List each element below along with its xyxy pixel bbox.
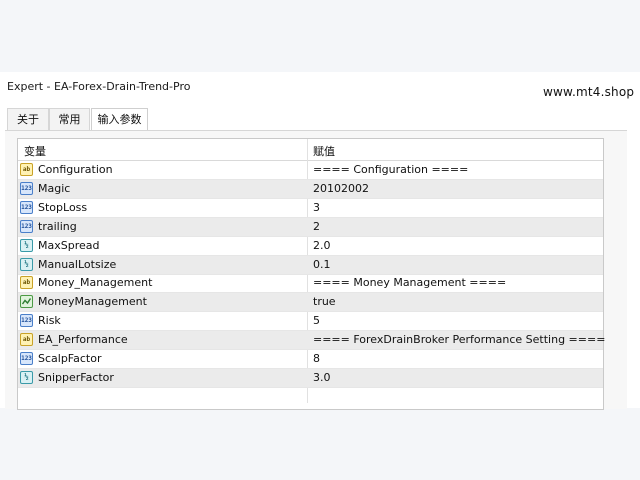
parameter-row[interactable]: ab Money_Management ==== Money Management … bbox=[18, 274, 603, 294]
watermark-text: www.mt4.shop bbox=[543, 85, 635, 99]
parameter-name: Money_Management bbox=[38, 276, 153, 290]
parameter-row[interactable]: 123 Magic 20102002 bbox=[18, 179, 603, 199]
integer-type-icon: 123 bbox=[20, 181, 33, 195]
parameter-row[interactable]: ab Configuration ==== Configuration ==== bbox=[18, 161, 603, 180]
parameter-row[interactable]: MoneyManagement true bbox=[18, 293, 603, 313]
parameter-row[interactable]: 123 ScalpFactor 8 bbox=[18, 350, 603, 369]
parameter-name: SnipperFactor bbox=[38, 370, 114, 384]
string-type-icon: ab bbox=[20, 163, 33, 176]
tab-common[interactable]: 常用 bbox=[49, 108, 90, 130]
integer-type-icon: 123 bbox=[20, 352, 33, 365]
parameter-value[interactable]: ==== Configuration ==== bbox=[313, 163, 468, 176]
tab-about[interactable]: 关于 bbox=[7, 108, 49, 130]
parameter-name: StopLoss bbox=[38, 200, 88, 214]
parameter-name: ScalpFactor bbox=[38, 352, 102, 365]
parameter-value[interactable]: 3.0 bbox=[313, 371, 331, 384]
parameter-name: Magic bbox=[38, 181, 71, 195]
parameter-row[interactable]: 123 Risk 5 bbox=[18, 312, 603, 332]
string-type-icon: ab bbox=[20, 333, 33, 347]
integer-type-icon: 123 bbox=[20, 314, 33, 328]
parameter-value[interactable]: 5 bbox=[313, 314, 320, 327]
string-type-icon: ab bbox=[20, 276, 33, 290]
parameter-row[interactable]: ab EA_Performance ==== ForexDrainBroker Pe… bbox=[18, 331, 605, 351]
grid-header: 变量 赋值 bbox=[18, 139, 603, 161]
parameter-value[interactable]: 0.1 bbox=[313, 258, 331, 271]
parameter-value[interactable]: 2 bbox=[313, 220, 320, 233]
parameter-value[interactable]: ==== ForexDrainBroker Performance Settin… bbox=[313, 333, 605, 346]
parameter-name: MoneyManagement bbox=[38, 295, 147, 309]
parameter-row[interactable]: ½ ManualLotsize 0.1 bbox=[18, 255, 603, 275]
integer-type-icon: 123 bbox=[20, 219, 33, 233]
tab-inputs[interactable]: 输入参数 bbox=[91, 108, 148, 131]
window-title: Expert - EA-Forex-Drain-Trend-Pro bbox=[7, 80, 191, 93]
parameter-row[interactable]: 123 trailing 2 bbox=[18, 217, 603, 237]
parameter-value[interactable]: 2.0 bbox=[313, 239, 331, 252]
column-header-value[interactable]: 赋值 bbox=[313, 143, 335, 159]
integer-type-icon: 123 bbox=[20, 200, 33, 214]
column-header-variable[interactable]: 变量 bbox=[24, 143, 46, 159]
parameter-name: ManualLotsize bbox=[38, 257, 117, 271]
inputs-panel: 变量 赋值 ab Configuration ==== Configuration … bbox=[5, 130, 627, 410]
parameter-row[interactable]: 123 StopLoss 3 bbox=[18, 199, 603, 218]
parameter-value[interactable]: 20102002 bbox=[313, 182, 369, 195]
parameter-name: trailing bbox=[38, 219, 77, 233]
expert-dialog: Expert - EA-Forex-Drain-Trend-Pro www.mt… bbox=[0, 72, 640, 410]
parameter-value[interactable]: true bbox=[313, 295, 336, 308]
parameter-name: Configuration bbox=[38, 163, 113, 176]
parameter-value[interactable]: 3 bbox=[313, 201, 320, 214]
bool-type-icon bbox=[20, 295, 33, 309]
double-type-icon: ½ bbox=[20, 257, 33, 271]
parameter-value[interactable]: 8 bbox=[313, 352, 320, 365]
parameter-name: Risk bbox=[38, 314, 61, 328]
parameter-name: EA_Performance bbox=[38, 333, 128, 347]
parameters-grid: 变量 赋值 ab Configuration ==== Configuration … bbox=[17, 138, 605, 410]
parameter-row[interactable]: ½ SnipperFactor 3.0 bbox=[18, 368, 603, 388]
parameter-name: MaxSpread bbox=[38, 238, 100, 252]
parameter-value[interactable]: ==== Money Management ==== bbox=[313, 276, 506, 289]
double-type-icon: ½ bbox=[20, 370, 33, 384]
parameter-row[interactable]: ½ MaxSpread 2.0 bbox=[18, 237, 603, 256]
double-type-icon: ½ bbox=[20, 238, 33, 252]
